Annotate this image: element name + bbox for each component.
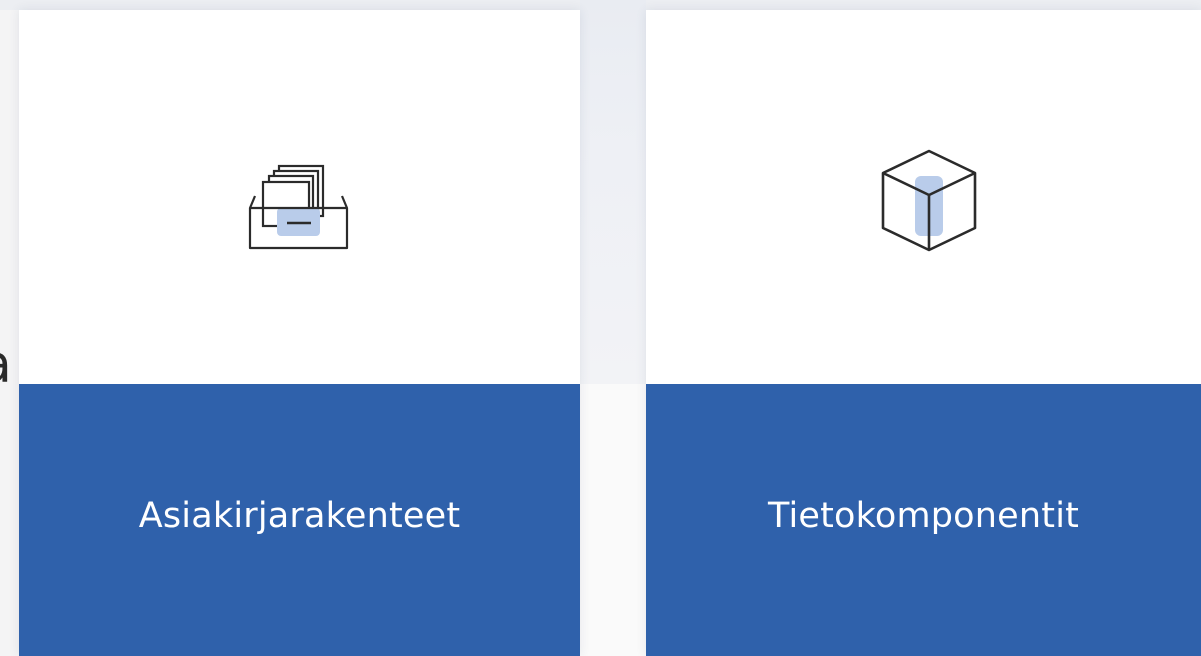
document-drawer-icon [248, 164, 349, 250]
background-gap-lower [580, 384, 646, 656]
background-gap [580, 0, 646, 384]
card-label: Tietokomponentit [767, 496, 1080, 536]
card-image-area [646, 10, 1201, 384]
card-label: Asiakirjarakenteet [138, 496, 461, 536]
card-asiakirjarakenteet[interactable]: Asiakirjarakenteet [19, 10, 580, 656]
card-label-area: Tietokomponentit [646, 384, 1201, 656]
cube-icon [881, 149, 977, 252]
card-label-area: Asiakirjarakenteet [19, 384, 580, 656]
card-tietokomponentit[interactable]: Tietokomponentit [646, 10, 1201, 656]
card-image-area [19, 10, 580, 384]
left-edge-text: a [0, 335, 12, 395]
